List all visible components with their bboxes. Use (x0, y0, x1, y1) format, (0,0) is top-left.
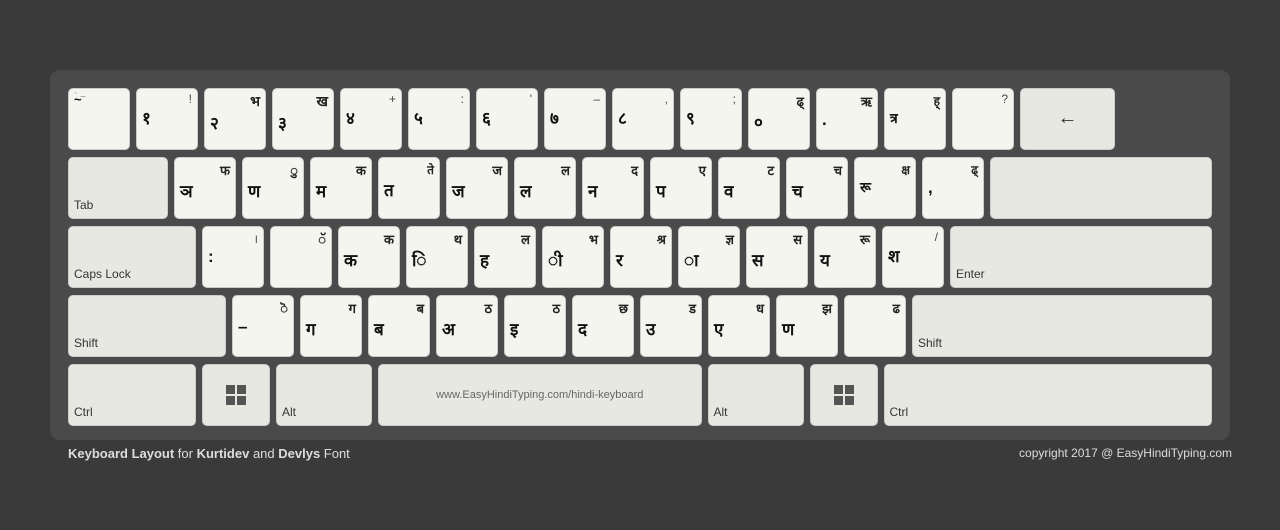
key-V[interactable]: ठ अ (436, 295, 498, 357)
key-2[interactable]: भ २ (204, 88, 266, 150)
key-minus[interactable]: ऋ . (816, 88, 878, 150)
key-I[interactable]: ए प (650, 157, 712, 219)
key-capslock[interactable]: Caps Lock (68, 226, 196, 288)
key-shift-right[interactable]: Shift (912, 295, 1212, 357)
key-quote[interactable]: / श (882, 226, 944, 288)
key-equal[interactable]: ह् त्र (884, 88, 946, 150)
key-enter[interactable]: Enter (950, 226, 1212, 288)
key-7[interactable]: – ७ (544, 88, 606, 150)
key-P[interactable]: च च (786, 157, 848, 219)
keyboard: ~ ` ~ ! १ भ २ ख ३ + ४ : ५ (50, 70, 1230, 440)
key-shift-left[interactable]: Shift (68, 295, 226, 357)
key-3[interactable]: ख ३ (272, 88, 334, 150)
key-4[interactable]: + ४ (340, 88, 402, 150)
key-N[interactable]: छ द (572, 295, 634, 357)
key-F[interactable]: थ ि (406, 226, 468, 288)
key-K[interactable]: ज्ञ ा (678, 226, 740, 288)
key-8[interactable]: , ८ (612, 88, 674, 150)
key-E[interactable]: क म (310, 157, 372, 219)
key-tilde[interactable]: ~ ` ~ (68, 88, 130, 150)
row-asdf: Caps Lock । : ॅ क क थ ि ल ह (68, 226, 1212, 288)
key-R[interactable]: ते त (378, 157, 440, 219)
key-ctrl-left[interactable]: Ctrl (68, 364, 196, 426)
key-win-left[interactable] (202, 364, 270, 426)
key-U[interactable]: द न (582, 157, 644, 219)
key-Q[interactable]: फ ञ (174, 157, 236, 219)
key-bracket-r[interactable]: ढ् , (922, 157, 984, 219)
row-numbers: ~ ` ~ ! १ भ २ ख ३ + ४ : ५ (68, 88, 1212, 150)
footer: Keyboard Layout for Kurtidev and Devlys … (50, 440, 1250, 461)
key-L[interactable]: स स (746, 226, 808, 288)
key-W[interactable]: ु ण (242, 157, 304, 219)
windows-logo-icon-right (834, 385, 854, 405)
key-0[interactable]: ढ् ० (748, 88, 810, 150)
key-bracket[interactable]: ? (952, 88, 1014, 150)
key-bracket-l[interactable]: क्ष रू (854, 157, 916, 219)
key-space[interactable]: www.EasyHindiTyping.com/hindi-keyboard (378, 364, 702, 426)
row-bottom: Ctrl Alt www.EasyHindiTyping.com/hindi-k… (68, 364, 1212, 426)
key-O[interactable]: ट व (718, 157, 780, 219)
key-alt-left[interactable]: Alt (276, 364, 372, 426)
row-qwerty: Tab फ ञ ु ण क म ते त ज ज ल (68, 157, 1212, 219)
footer-left-text: Keyboard Layout for Kurtidev and Devlys … (68, 446, 350, 461)
key-period[interactable]: झ ण (776, 295, 838, 357)
key-tab[interactable]: Tab (68, 157, 168, 219)
key-J[interactable]: श्र र (610, 226, 672, 288)
key-comma[interactable]: ध ए (708, 295, 770, 357)
key-Y[interactable]: ल ल (514, 157, 576, 219)
key-C[interactable]: ब ब (368, 295, 430, 357)
keyboard-wrapper: ~ ` ~ ! १ भ २ ख ३ + ४ : ५ (40, 60, 1240, 471)
key-S[interactable]: ॅ (270, 226, 332, 288)
key-G[interactable]: ल ह (474, 226, 536, 288)
key-win-right[interactable] (810, 364, 878, 426)
key-T[interactable]: ज ज (446, 157, 508, 219)
key-slash[interactable]: ढ (844, 295, 906, 357)
key-H[interactable]: भ ी (542, 226, 604, 288)
key-backspace[interactable]: ← (1020, 88, 1115, 150)
key-6[interactable]: ' ६ (476, 88, 538, 150)
key-A[interactable]: । : (202, 226, 264, 288)
key-alt-right[interactable]: Alt (708, 364, 804, 426)
key-M[interactable]: ड उ (640, 295, 702, 357)
key-1[interactable]: ! १ (136, 88, 198, 150)
footer-copyright: copyright 2017 @ EasyHindiTyping.com (1019, 446, 1232, 460)
key-D[interactable]: क क (338, 226, 400, 288)
windows-logo-icon (226, 385, 246, 405)
key-X[interactable]: ग ग (300, 295, 362, 357)
key-5[interactable]: : ५ (408, 88, 470, 150)
key-9[interactable]: ; ९ (680, 88, 742, 150)
key-Z[interactable]: ॆ – (232, 295, 294, 357)
key-B[interactable]: ठ इ (504, 295, 566, 357)
key-semicolon[interactable]: रू य (814, 226, 876, 288)
key-ctrl-right[interactable]: Ctrl (884, 364, 1213, 426)
row-shift: Shift ॆ – ग ग ब ब ठ अ ठ इ छ (68, 295, 1212, 357)
key-backslash[interactable] (990, 157, 1212, 219)
